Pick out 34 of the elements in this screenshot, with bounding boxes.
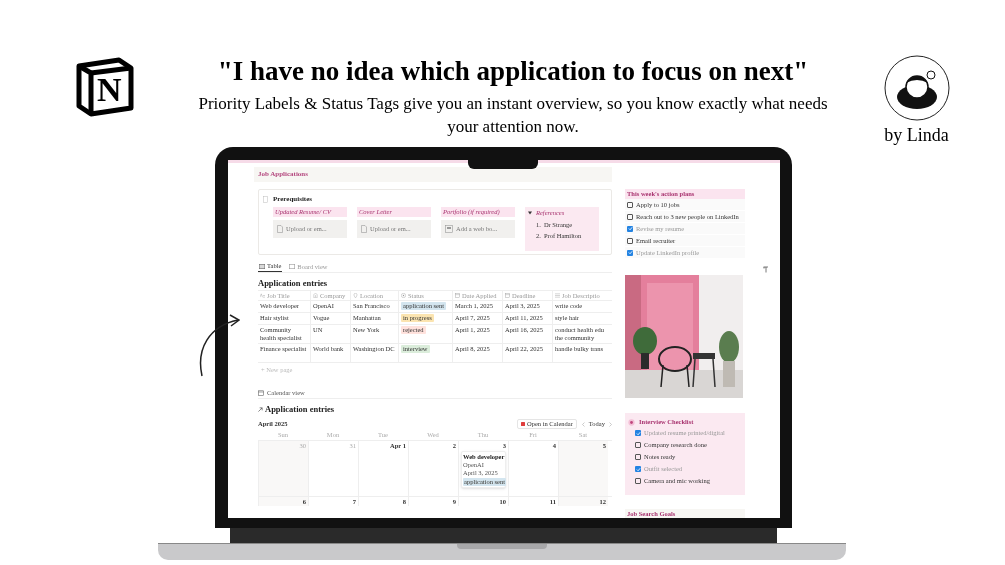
table-title: Application entries bbox=[258, 277, 329, 290]
curved-arrow bbox=[197, 314, 240, 378]
flower-icon bbox=[628, 418, 635, 426]
calendar-icon bbox=[505, 293, 510, 298]
chevron-left-icon bbox=[581, 421, 585, 427]
status-icon bbox=[401, 293, 406, 298]
document-icon bbox=[263, 195, 268, 203]
chevron-right-icon bbox=[609, 421, 612, 427]
notion-logo: N bbox=[75, 56, 135, 118]
calendar-title: Application entries bbox=[265, 403, 335, 416]
bookmark-icon bbox=[445, 225, 453, 233]
file-icon bbox=[277, 225, 283, 233]
tool-icon bbox=[763, 266, 769, 273]
checkbox[interactable] bbox=[627, 237, 633, 244]
lines-icon bbox=[555, 293, 560, 298]
board-icon bbox=[289, 264, 296, 269]
checkbox[interactable] bbox=[635, 442, 641, 448]
text-icon bbox=[260, 293, 265, 298]
checkbox[interactable] bbox=[627, 201, 633, 208]
checkbox[interactable] bbox=[627, 213, 633, 220]
calendar-icon bbox=[258, 390, 264, 396]
calendar-icon bbox=[455, 293, 460, 298]
avatar-icon bbox=[883, 55, 950, 121]
building-icon bbox=[313, 293, 318, 298]
headline: "I have no idea which application to focus on next" bbox=[217, 56, 809, 86]
calendar-icon bbox=[521, 422, 525, 426]
table-icon bbox=[259, 263, 265, 269]
checkbox[interactable] bbox=[635, 454, 641, 460]
link-arrow-icon bbox=[258, 407, 263, 412]
checkbox[interactable] bbox=[635, 478, 641, 484]
subheadline: Priority Labels & Status Tags give you an instant overview, so you know exactly what needs your attention now. bbox=[197, 93, 829, 138]
location-pin-icon bbox=[353, 293, 358, 298]
file-icon bbox=[361, 225, 367, 233]
author-name: by Linda bbox=[884, 124, 949, 146]
